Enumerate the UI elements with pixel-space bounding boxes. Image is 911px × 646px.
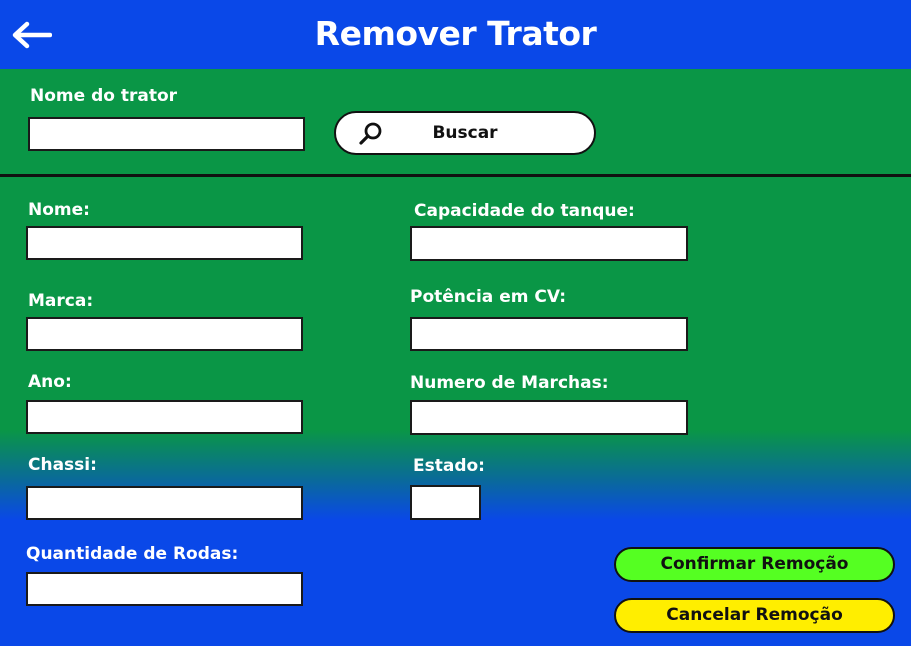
quantidade-rodas-label: Quantidade de Rodas: xyxy=(26,544,239,564)
page-title: Remover Trator xyxy=(314,14,597,53)
search-label: Nome do trator xyxy=(30,86,178,106)
search-input[interactable] xyxy=(28,117,305,151)
capacidade-tanque-field[interactable] xyxy=(410,226,688,261)
arrow-left-icon xyxy=(12,21,53,49)
ano-field[interactable] xyxy=(26,400,303,434)
marca-field[interactable] xyxy=(26,317,303,351)
nome-label: Nome: xyxy=(28,200,90,220)
chassi-label: Chassi: xyxy=(28,455,97,475)
numero-marchas-field[interactable] xyxy=(410,400,688,435)
potencia-cv-field[interactable] xyxy=(410,317,688,351)
marca-label: Marca: xyxy=(28,291,94,311)
search-button-label: Buscar xyxy=(432,123,498,143)
confirm-removal-button[interactable]: Confirmar Remoção xyxy=(614,547,895,582)
quantidade-rodas-field[interactable] xyxy=(26,572,303,606)
header-bar: Remover Trator xyxy=(0,0,911,69)
search-button[interactable]: Buscar xyxy=(334,111,596,155)
potencia-cv-label: Potência em CV: xyxy=(410,287,567,307)
capacidade-tanque-label: Capacidade do tanque: xyxy=(414,201,635,221)
back-button[interactable] xyxy=(10,18,53,52)
ano-label: Ano: xyxy=(28,372,72,392)
estado-field[interactable] xyxy=(410,485,481,520)
cancel-removal-button[interactable]: Cancelar Remoção xyxy=(614,598,895,633)
numero-marchas-label: Numero de Marchas: xyxy=(410,373,609,393)
chassi-field[interactable] xyxy=(26,486,303,520)
nome-field[interactable] xyxy=(26,226,303,260)
estado-label: Estado: xyxy=(413,456,485,476)
section-divider xyxy=(0,174,911,177)
